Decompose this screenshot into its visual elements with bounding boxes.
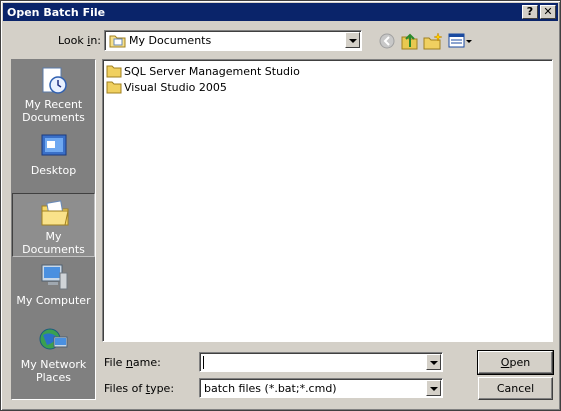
place-desktop[interactable]: Desktop [12, 128, 95, 192]
up-one-level-icon[interactable] [399, 31, 421, 51]
view-menu-icon[interactable] [447, 31, 473, 51]
desktop-icon [41, 134, 67, 156]
list-item[interactable]: SQL Server Management Studio [106, 63, 300, 79]
file-name-field[interactable] [199, 352, 443, 372]
file-name-label: File name: [104, 356, 161, 369]
place-my-documents[interactable]: My Documents [12, 193, 95, 257]
folder-icon [106, 65, 122, 78]
place-my-network-places[interactable]: My Network Places [12, 322, 95, 392]
places-bar: My Recent Documents Desktop My Documents [11, 59, 96, 400]
place-my-recent-documents[interactable]: My Recent Documents [12, 62, 95, 126]
chevron-down-icon[interactable] [426, 354, 441, 370]
look-in-label: Look in: [58, 34, 102, 47]
open-batch-file-dialog: Open Batch File ? ✕ Look in: My Document… [0, 0, 561, 411]
chevron-down-icon[interactable] [426, 380, 441, 396]
cancel-button[interactable]: Cancel [478, 377, 553, 400]
my-computer-icon [41, 264, 68, 290]
look-in-value: My Documents [129, 34, 212, 47]
file-list[interactable]: SQL Server Management Studio Visual Stud… [102, 59, 553, 342]
help-button[interactable]: ? [522, 5, 538, 19]
my-documents-icon [41, 200, 69, 226]
place-my-computer[interactable]: My Computer [12, 258, 95, 322]
look-in-dropdown[interactable]: My Documents [104, 30, 362, 51]
back-icon[interactable] [377, 31, 399, 51]
text-caret [203, 356, 204, 369]
open-button[interactable]: Open [477, 350, 554, 375]
recent-documents-icon [42, 67, 67, 94]
files-of-type-dropdown[interactable]: batch files (*.bat;*.cmd) [199, 378, 443, 398]
files-of-type-label: Files of type: [104, 382, 175, 395]
chevron-down-icon[interactable] [345, 32, 360, 48]
window-title: Open Batch File [7, 5, 106, 19]
my-documents-small-icon [109, 35, 126, 48]
folder-icon [106, 81, 122, 94]
close-button[interactable]: ✕ [540, 5, 556, 19]
new-folder-icon[interactable] [422, 31, 444, 51]
title-bar[interactable]: Open Batch File [3, 3, 558, 21]
network-places-icon [39, 328, 68, 350]
list-item[interactable]: Visual Studio 2005 [106, 79, 227, 95]
